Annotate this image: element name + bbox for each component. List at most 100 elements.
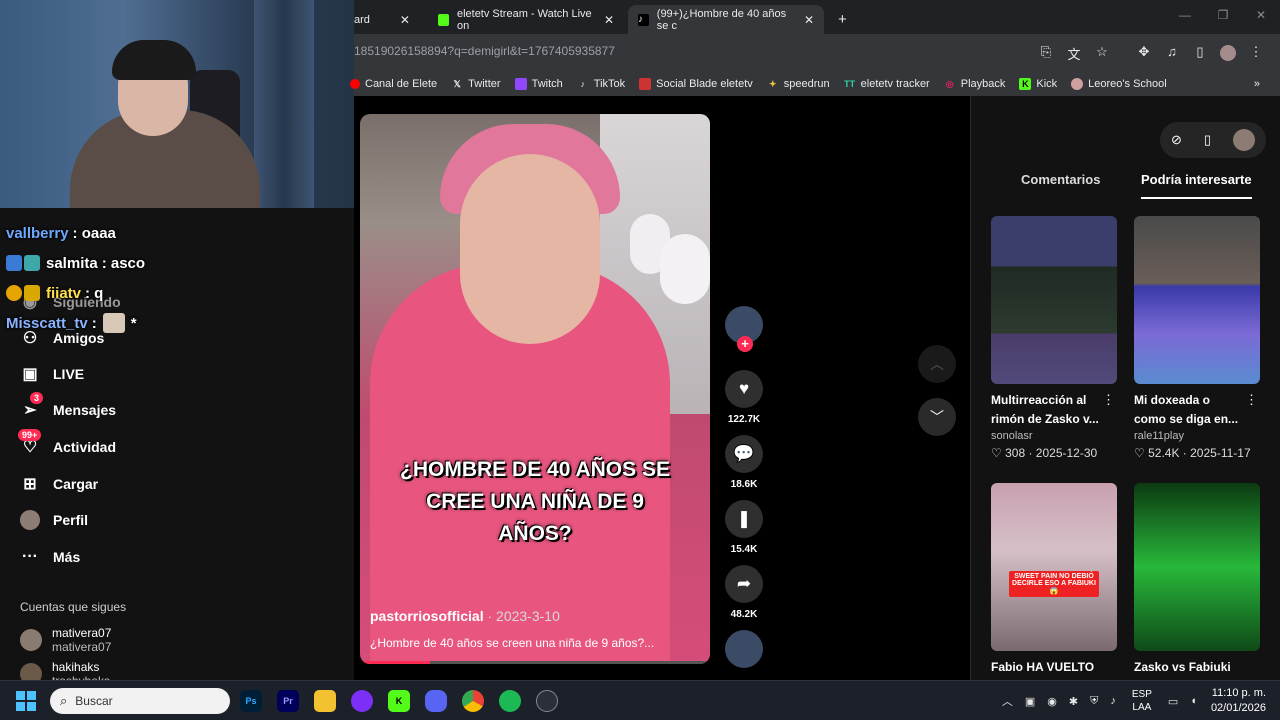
minimize-icon[interactable]: —: [1166, 8, 1204, 22]
steam-icon[interactable]: ◉: [1047, 695, 1057, 708]
playback-icon: ◎: [945, 78, 954, 89]
network-icon[interactable]: ▭: [1168, 695, 1178, 708]
profile-icon[interactable]: [1214, 44, 1242, 63]
volume-icon[interactable]: ◖: [1190, 695, 1197, 707]
canva-icon[interactable]: [351, 690, 373, 712]
nav-live[interactable]: ▣ LIVE: [20, 364, 84, 384]
kick-app-icon[interactable]: K: [388, 690, 410, 712]
chrome-icon[interactable]: [462, 690, 484, 712]
bookmark-leoreo-school[interactable]: Leoreo's School: [1071, 78, 1167, 90]
more-dots-icon: ···: [22, 548, 38, 565]
share-button[interactable]: ➦ 48.2K: [720, 565, 768, 620]
system-tray: ︿ ▣ ◉ ✱ ⛨ ♪ ESP LAA ▭ ◖ 11:10 p. m. 02/01/…: [996, 681, 1280, 720]
profile-avatar-icon: [20, 510, 40, 530]
bookmark-twitter[interactable]: 𝕏 Twitter: [451, 78, 501, 90]
close-window-icon[interactable]: ✕: [1242, 8, 1280, 22]
maximize-icon[interactable]: ❐: [1204, 8, 1242, 22]
following-account-1[interactable]: mativera07 mativera07: [20, 626, 111, 654]
security-shield-icon[interactable]: ⛨: [1090, 695, 1098, 708]
next-creator-avatar[interactable]: [725, 630, 763, 668]
phone-icon[interactable]: ▯: [1204, 132, 1211, 148]
nav-activity[interactable]: ♡ 99+ Actividad: [18, 429, 116, 457]
video-player[interactable]: ¿HOMBRE DE 40 AÑOS SE CREE UNA NIÑA DE 9…: [360, 114, 710, 664]
like-button[interactable]: ♥ 122.7K: [720, 370, 768, 425]
bluetooth-icon[interactable]: ✱: [1069, 695, 1078, 708]
menu-dots-icon[interactable]: ⋮: [1242, 44, 1270, 63]
bookmark-tiktok[interactable]: ♪ TikTok: [577, 78, 626, 90]
more-options-icon[interactable]: ⋮: [1102, 392, 1115, 408]
chat-message: Misscatt_tv : *: [6, 313, 137, 333]
tab-you-may-like[interactable]: Podría interesarte: [1141, 172, 1252, 199]
suggested-video-card[interactable]: Multirreacción al rimón de Zasko v... ⋮ …: [991, 216, 1117, 460]
bookmark-star-icon[interactable]: ☆: [1088, 44, 1116, 63]
taskbar-search[interactable]: ⌕ Buscar: [50, 688, 230, 714]
close-tab-icon[interactable]: ✕: [604, 13, 614, 27]
more-options-icon[interactable]: ⋮: [1245, 392, 1258, 408]
chevron-down-icon: ﹀: [930, 409, 944, 425]
clock[interactable]: 11:10 p. m. 02/01/2026: [1211, 686, 1266, 716]
nav-upload[interactable]: ⊞ Cargar: [20, 474, 98, 494]
extensions-icon[interactable]: ✥: [1130, 44, 1158, 63]
file-explorer-icon[interactable]: [314, 690, 336, 712]
translate-icon[interactable]: 文: [1060, 44, 1088, 63]
user-avatar[interactable]: [1232, 129, 1255, 151]
video-caption-overlay: ¿HOMBRE DE 40 AÑOS SE CREE UNA NIÑA DE 9…: [400, 458, 670, 545]
photoshop-icon[interactable]: Ps: [240, 690, 262, 712]
gamepad-icon[interactable]: ▣: [1025, 695, 1035, 708]
bookmark-playback[interactable]: ◎ Playback: [944, 78, 1006, 90]
suggested-video-card[interactable]: Zasko vs Fabiuki: [1134, 483, 1260, 677]
nav-profile[interactable]: Perfil: [20, 510, 88, 530]
bookmarks-bar: Canal de Elete 𝕏 Twitter Twitch ♪ TikTok S…: [350, 72, 1280, 96]
side-panel: ⊘ ▯ Comentarios Podría interesarte Multi…: [970, 96, 1280, 680]
spotify-icon[interactable]: [499, 690, 521, 712]
tab-dashboard[interactable]: ard ✕: [344, 5, 424, 34]
close-tab-icon[interactable]: ✕: [804, 13, 814, 27]
kick-icon: K: [1019, 78, 1032, 90]
bookmark-kick[interactable]: K Kick: [1019, 78, 1057, 90]
leoreo-icon: [1071, 78, 1084, 90]
suggested-video-card[interactable]: SWEET PAIN NO DEBIÓ DECIRLE ESO A FABIUK…: [991, 483, 1117, 677]
creator-avatar[interactable]: +: [725, 306, 763, 352]
video-progress-bar[interactable]: [360, 661, 710, 664]
windows-start-icon[interactable]: [16, 691, 36, 711]
bookmark-twitch[interactable]: Twitch: [514, 78, 563, 90]
tiktok-icon: ♪: [580, 79, 586, 89]
premiere-icon[interactable]: Pr: [277, 690, 299, 712]
crown-badge-icon: [24, 285, 40, 301]
bookmark-social-blade[interactable]: Social Blade eletetv: [639, 78, 753, 90]
discord-icon[interactable]: [425, 690, 447, 712]
previous-video-button[interactable]: ︿: [918, 345, 956, 383]
close-tab-icon[interactable]: ✕: [400, 13, 410, 27]
url-field[interactable]: 18519026158894?q=demigirl&t=176740593587…: [354, 44, 615, 58]
video-author[interactable]: pastorriosofficial · 2023-3-10: [370, 608, 560, 624]
tab-eletetv-stream[interactable]: eletetv Stream - Watch Live on ✕: [428, 5, 624, 34]
nav-more[interactable]: ··· Más: [20, 547, 80, 567]
obs-icon[interactable]: [536, 690, 558, 712]
panel-toolbar: ⊘ ▯: [1160, 122, 1266, 158]
next-video-button[interactable]: ﹀: [918, 398, 956, 436]
x-twitter-icon: 𝕏: [453, 78, 461, 89]
suggested-video-card[interactable]: Mi doxeada o como se diga en... ⋮ rale11…: [1134, 216, 1260, 460]
media-controls-icon[interactable]: ♫: [1158, 44, 1186, 63]
bookmark-speedrun[interactable]: ✦ speedrun: [767, 78, 830, 90]
bookmark-canal-elete[interactable]: Canal de Elete: [350, 78, 437, 90]
search-icon: ⌕: [60, 693, 68, 708]
follow-plus-icon[interactable]: +: [737, 336, 753, 352]
microphone-icon[interactable]: ♪: [1110, 695, 1116, 707]
new-tab-button[interactable]: +: [828, 5, 857, 34]
comment-button[interactable]: 💬 18.6K: [720, 435, 768, 490]
bookmark-eletetv-tracker[interactable]: TT eletetv tracker: [844, 78, 930, 90]
following-section-title: Cuentas que sigues: [20, 600, 127, 614]
nav-messages[interactable]: ➢ 3 Mensajes: [20, 392, 116, 420]
sidebar-icon[interactable]: ▯: [1186, 44, 1214, 63]
more-bookmarks-icon[interactable]: »: [1254, 78, 1260, 90]
chevron-up-icon[interactable]: ︿: [1002, 693, 1013, 709]
window-controls: — ❐ ✕: [1166, 8, 1280, 22]
save-button[interactable]: ❚ 15.4K: [720, 500, 768, 555]
tab-comments[interactable]: Comentarios: [1021, 172, 1100, 197]
compass-icon[interactable]: ⊘: [1171, 132, 1182, 148]
plus-square-icon: ⊞: [23, 476, 37, 493]
tab-tiktok-video[interactable]: ♪ (99+)¿Hombre de 40 años se c ✕: [628, 5, 824, 34]
language-indicator[interactable]: ESP LAA: [1132, 688, 1152, 714]
install-app-icon[interactable]: ⎘: [1032, 44, 1060, 63]
